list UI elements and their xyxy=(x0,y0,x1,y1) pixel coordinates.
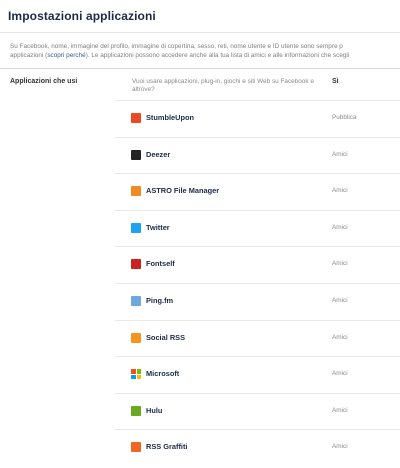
section-label: Applicazioni che usi xyxy=(10,78,78,85)
stumbleupon-icon xyxy=(131,113,141,123)
intro-line-2: applicazioni (scopri perché). Le applica… xyxy=(10,51,400,60)
app-name[interactable]: Microsoft xyxy=(146,369,179,378)
twitter-icon xyxy=(131,222,141,233)
deezer-icon xyxy=(131,149,141,160)
microsoft-icon xyxy=(131,369,141,380)
fontself-icon xyxy=(131,259,141,270)
app-audience[interactable]: Amici xyxy=(332,224,348,231)
app-audience[interactable]: Amici xyxy=(332,407,348,414)
app-audience[interactable]: Amici xyxy=(332,370,348,377)
app-row[interactable]: ASTRO File Manager Amici xyxy=(115,173,400,210)
intro-line-1: Su Facebook, nome, immagine del profilo,… xyxy=(10,43,343,50)
intro-text: Su Facebook, nome, immagine del profilo,… xyxy=(10,42,400,60)
platform-answer[interactable]: Sì xyxy=(332,78,339,85)
hulu-icon xyxy=(131,405,141,416)
app-name[interactable]: ASTRO File Manager xyxy=(146,186,219,195)
intro-line-2-end: ). Le applicazioni possono accedere anch… xyxy=(85,52,350,59)
app-audience[interactable]: Amici xyxy=(332,334,348,341)
app-row[interactable]: Ping.fm Amici xyxy=(115,283,400,320)
app-row[interactable]: Microsoft Amici xyxy=(115,356,400,393)
app-name[interactable]: Fontself xyxy=(146,259,175,268)
app-audience[interactable]: Amici xyxy=(332,187,348,194)
app-name[interactable]: RSS Graffiti xyxy=(146,442,187,451)
app-row[interactable]: RSS Graffiti Amici xyxy=(115,429,400,466)
app-name[interactable]: StumbleUpon xyxy=(146,113,194,122)
app-audience[interactable]: Amici xyxy=(332,297,348,304)
app-name[interactable]: Social RSS xyxy=(146,333,185,342)
app-name[interactable]: Twitter xyxy=(146,223,170,232)
page-title: Impostazioni applicazioni xyxy=(8,9,156,23)
app-audience[interactable]: Amici xyxy=(332,151,348,158)
learn-why-link[interactable]: scopri perché xyxy=(47,52,85,59)
pingfm-icon xyxy=(131,296,141,306)
title-divider xyxy=(0,32,400,33)
app-name[interactable]: Deezer xyxy=(146,150,170,159)
app-name[interactable]: Ping.fm xyxy=(146,296,173,305)
app-row[interactable]: Social RSS Amici xyxy=(115,319,400,357)
app-row[interactable]: Hulu Amici xyxy=(115,392,400,430)
rss-icon xyxy=(131,332,141,343)
app-audience[interactable]: Pubblica xyxy=(332,114,357,121)
app-row[interactable]: Fontself Amici xyxy=(115,246,400,283)
section-divider xyxy=(0,68,400,69)
app-audience[interactable]: Amici xyxy=(332,443,348,450)
app-audience[interactable]: Amici xyxy=(332,260,348,267)
astro-icon xyxy=(131,186,141,197)
app-row[interactable]: Twitter Amici xyxy=(115,209,400,247)
app-row[interactable]: Deezer Amici xyxy=(115,136,400,174)
app-name[interactable]: Hulu xyxy=(146,406,162,415)
intro-line-2-start: applicazioni ( xyxy=(10,52,48,59)
rss-graffiti-icon xyxy=(131,442,141,453)
platform-question: Vuoi usare applicazioni, plug-in, giochi… xyxy=(132,78,314,93)
app-row[interactable]: StumbleUpon Pubblica xyxy=(115,100,400,137)
